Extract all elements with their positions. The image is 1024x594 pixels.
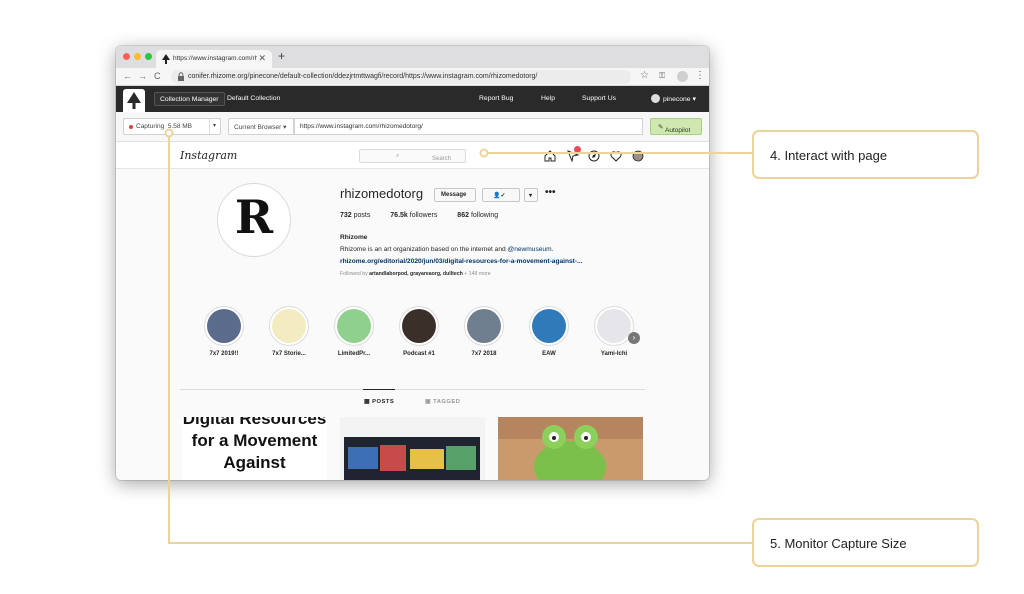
callout-interact-with-page: 4. Interact with page bbox=[752, 130, 979, 179]
callout-monitor-label: 5. Monitor Capture Size bbox=[770, 536, 907, 551]
callout-connectors bbox=[164, 128, 752, 544]
callout-monitor-capture-size: 5. Monitor Capture Size bbox=[752, 518, 979, 567]
callout-interact-label: 4. Interact with page bbox=[770, 148, 888, 163]
screenshot-stage: https://www.instagram.com/rh ✕ + ← → C c… bbox=[0, 0, 1024, 594]
